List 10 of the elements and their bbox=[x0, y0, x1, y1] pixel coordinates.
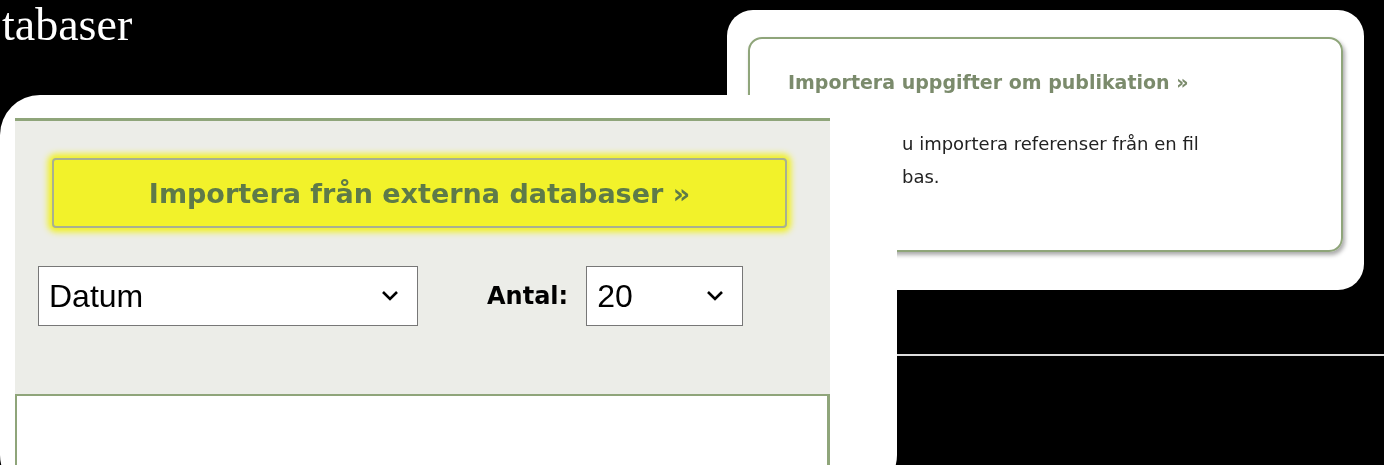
import-button[interactable]: Importera från externa databaser » bbox=[52, 158, 787, 228]
chevron-down-icon bbox=[381, 290, 399, 302]
description-text: bas. bbox=[902, 165, 941, 189]
slide-title: tabaser bbox=[2, 2, 133, 48]
count-label: Antal: bbox=[487, 282, 569, 310]
sort-select[interactable]: Datum bbox=[38, 266, 418, 326]
description-text: u importera referenser från en fil bbox=[902, 132, 1200, 156]
count-select[interactable]: 20 bbox=[586, 266, 744, 326]
chevron-down-icon bbox=[706, 290, 725, 302]
import-publication-link[interactable]: Importera uppgifter om publikation » bbox=[788, 71, 1303, 93]
